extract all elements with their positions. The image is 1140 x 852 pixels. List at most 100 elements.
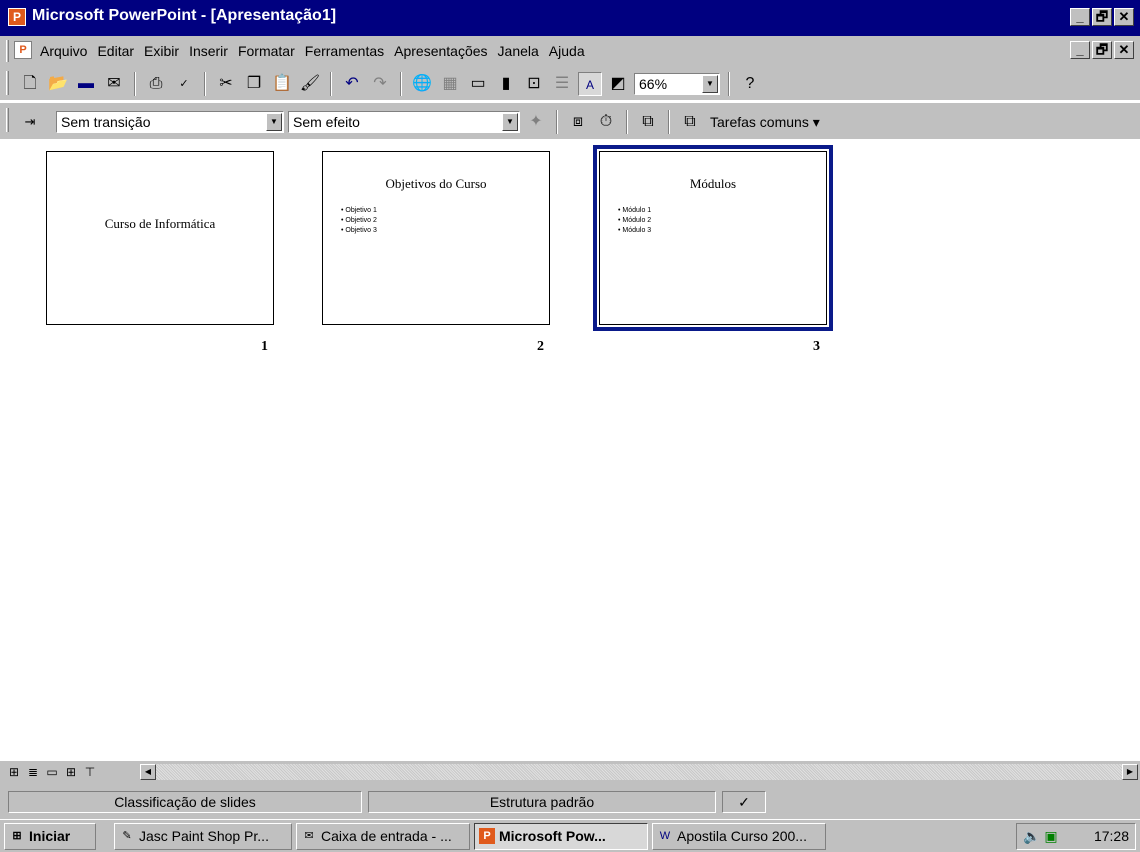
summary-slide-icon[interactable]: ⧉ bbox=[636, 110, 660, 134]
chevron-down-icon[interactable]: ▼ bbox=[502, 113, 518, 131]
email-icon[interactable]: ✉ bbox=[102, 72, 126, 96]
show-formatting-icon[interactable]: A bbox=[578, 72, 602, 96]
slide-thumbnail-1[interactable]: Curso de Informática bbox=[46, 151, 274, 325]
chevron-down-icon[interactable]: ▼ bbox=[702, 75, 718, 93]
undo-icon[interactable]: ↶ bbox=[340, 72, 364, 96]
toolbar-separator bbox=[330, 72, 332, 96]
rehearse-timings-icon[interactable]: ⏱ bbox=[594, 110, 618, 134]
document-window-controls: _ 🗗 ✕ bbox=[1070, 41, 1134, 59]
menu-grip[interactable] bbox=[6, 40, 9, 62]
transition-select[interactable]: Sem transição ▼ bbox=[56, 111, 284, 133]
doc-restore-button[interactable]: 🗗 bbox=[1092, 41, 1112, 59]
slide-thumbnail-2[interactable]: Objetivos do Curso • Objetivo 1 • Objeti… bbox=[322, 151, 550, 325]
slide-show-icon[interactable]: ⊤ bbox=[82, 764, 98, 780]
slide-title: Módulos bbox=[689, 176, 737, 191]
open-folder-icon[interactable]: 📂 bbox=[46, 72, 70, 96]
status-view: Classificação de slides bbox=[8, 791, 362, 813]
bullet-item: • Objetivo 1 bbox=[341, 207, 377, 214]
doc-close-button[interactable]: ✕ bbox=[1114, 41, 1134, 59]
clock[interactable]: 17:28 bbox=[1094, 824, 1129, 849]
start-button[interactable]: ⊞ Iniciar bbox=[4, 823, 96, 850]
toolbar-separator bbox=[626, 110, 628, 134]
hyperlink-icon[interactable]: 🌐 bbox=[410, 72, 434, 96]
insert-table-icon[interactable]: ▭ bbox=[466, 72, 490, 96]
document-icon[interactable]: P bbox=[14, 41, 32, 59]
effect-select[interactable]: Sem efeito ▼ bbox=[288, 111, 520, 133]
menu-items: Arquivo Editar Exibir Inserir Formatar F… bbox=[40, 43, 585, 59]
help-assistant-icon[interactable]: ? bbox=[738, 72, 762, 96]
doc-minimize-button[interactable]: _ bbox=[1070, 41, 1090, 59]
title-bar: P Microsoft PowerPoint - [Apresentação1]… bbox=[0, 0, 1140, 36]
hide-slide-icon[interactable]: ⧈ bbox=[566, 110, 590, 134]
network-icon[interactable]: ▣ bbox=[1044, 828, 1057, 844]
menu-inserir[interactable]: Inserir bbox=[189, 43, 228, 59]
common-tasks-icon[interactable]: ⧉ bbox=[678, 110, 702, 134]
toolbar-grip[interactable] bbox=[6, 108, 9, 132]
tables-borders-icon[interactable]: ▦ bbox=[438, 72, 462, 96]
bullet-item: • Objetivo 2 bbox=[341, 217, 377, 224]
menu-ajuda[interactable]: Ajuda bbox=[549, 43, 585, 59]
menu-janela[interactable]: Janela bbox=[498, 43, 539, 59]
slide-bullets: • Módulo 1 • Módulo 2 • Módulo 3 bbox=[618, 206, 651, 236]
insert-chart-icon[interactable]: ▮ bbox=[494, 72, 518, 96]
new-file-icon[interactable]: 🗋 bbox=[18, 72, 42, 96]
new-slide-icon[interactable]: ⊡ bbox=[522, 72, 546, 96]
effect-value: Sem efeito bbox=[293, 114, 360, 130]
slide-view-icon[interactable]: ▭ bbox=[44, 764, 60, 780]
animation-preview-icon[interactable]: ✦ bbox=[524, 110, 548, 134]
outline-view-icon[interactable]: ≣ bbox=[25, 764, 41, 780]
expand-all-icon[interactable]: ☰ bbox=[550, 72, 574, 96]
spelling-status-icon[interactable]: ✓ bbox=[722, 791, 766, 813]
scroll-right-arrow[interactable]: ▶ bbox=[1122, 764, 1138, 780]
task-powerpoint[interactable]: P Microsoft Pow... bbox=[474, 823, 648, 850]
menu-editar[interactable]: Editar bbox=[97, 43, 134, 59]
paste-icon[interactable]: 📋 bbox=[270, 72, 294, 96]
inbox-icon: ✉ bbox=[304, 830, 314, 842]
slide-sorter-view: Curso de Informática 1 Objetivos do Curs… bbox=[0, 139, 1140, 761]
menu-exibir[interactable]: Exibir bbox=[144, 43, 179, 59]
save-icon[interactable]: ▬ bbox=[74, 72, 98, 96]
slide-thumbnail-3[interactable]: Módulos • Módulo 1 • Módulo 2 • Módulo 3 bbox=[593, 145, 833, 331]
normal-view-icon[interactable]: ⊞ bbox=[6, 764, 22, 780]
volume-icon[interactable]: 🔈 bbox=[1023, 828, 1040, 844]
copy-icon[interactable]: ❐ bbox=[242, 72, 266, 96]
standard-toolbar: 🗋 📂 ▬ ✉ ⎙ ✓ ✂ ❐ 📋 🖌 ↶ ↷ 🌐 ▦ ▭ ▮ ⊡ ☰ A ◩ … bbox=[0, 66, 1140, 100]
cut-icon[interactable]: ✂ bbox=[214, 72, 238, 96]
task-paint-shop[interactable]: ✎ Jasc Paint Shop Pr... bbox=[114, 823, 292, 850]
scroll-left-arrow[interactable]: ◀ bbox=[140, 764, 156, 780]
close-button[interactable]: ✕ bbox=[1114, 8, 1134, 26]
status-design: Estrutura padrão bbox=[368, 791, 716, 813]
slide-number: 2 bbox=[537, 339, 544, 354]
spelling-icon[interactable]: ✓ bbox=[172, 72, 196, 96]
redo-icon[interactable]: ↷ bbox=[368, 72, 392, 96]
window-controls: _ 🗗 ✕ bbox=[1070, 8, 1134, 26]
menu-formatar[interactable]: Formatar bbox=[238, 43, 295, 59]
menu-ferramentas[interactable]: Ferramentas bbox=[305, 43, 384, 59]
bullet-item: • Módulo 1 bbox=[618, 207, 652, 214]
menu-apresentacoes[interactable]: Apresentações bbox=[394, 43, 487, 59]
toolbar-separator bbox=[728, 72, 730, 96]
task-inbox[interactable]: ✉ Caixa de entrada - ... bbox=[296, 823, 470, 850]
slide-transition-icon[interactable]: ⇥ bbox=[18, 110, 42, 134]
print-icon[interactable]: ⎙ bbox=[144, 72, 168, 96]
grayscale-icon[interactable]: ◩ bbox=[606, 72, 630, 96]
zoom-select[interactable]: 66% ▼ bbox=[634, 73, 720, 95]
slide-number: 1 bbox=[261, 339, 268, 354]
minimize-button[interactable]: _ bbox=[1070, 8, 1090, 26]
powerpoint-app-icon[interactable]: P bbox=[8, 8, 26, 26]
format-painter-icon[interactable]: 🖌 bbox=[298, 72, 322, 96]
common-tasks-button[interactable]: Tarefas comuns ▾ bbox=[706, 114, 824, 131]
bullet-item: • Módulo 3 bbox=[618, 227, 652, 234]
slide-number: 3 bbox=[813, 339, 820, 354]
toolbar-grip[interactable] bbox=[6, 71, 9, 95]
word-icon: W bbox=[659, 830, 671, 842]
horizontal-scrollbar[interactable] bbox=[156, 764, 1122, 780]
menu-arquivo[interactable]: Arquivo bbox=[40, 43, 87, 59]
slide-sorter-view-icon[interactable]: ⊞ bbox=[63, 764, 79, 780]
task-word-document[interactable]: W Apostila Curso 200... bbox=[652, 823, 826, 850]
view-bar: ⊞ ≣ ▭ ⊞ ⊤ ◀ ▶ bbox=[0, 761, 1140, 783]
restore-button[interactable]: 🗗 bbox=[1092, 8, 1112, 26]
chevron-down-icon[interactable]: ▼ bbox=[266, 113, 282, 131]
paint-shop-icon: ✎ bbox=[122, 830, 132, 842]
windows-logo-icon: ⊞ bbox=[12, 830, 22, 842]
